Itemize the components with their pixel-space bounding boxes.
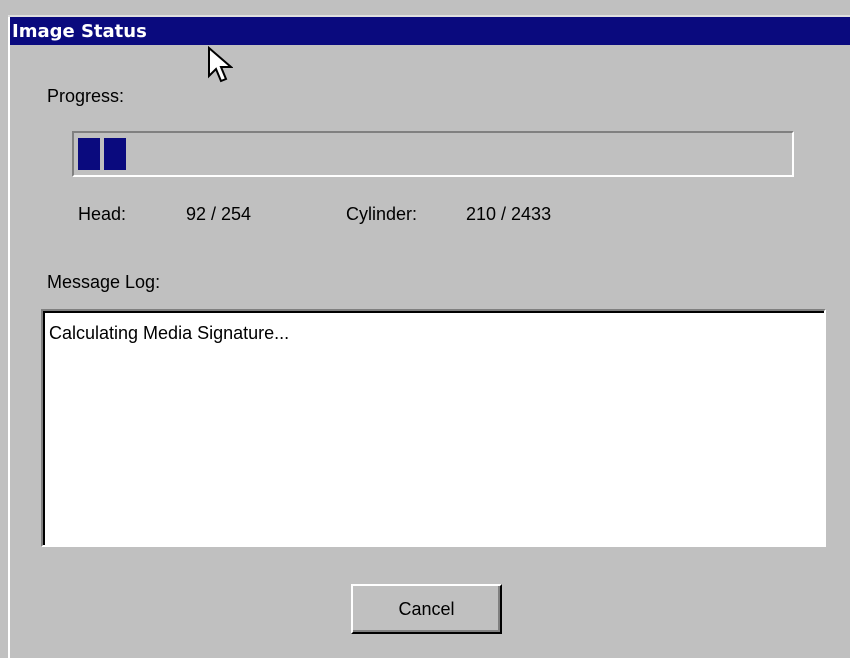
cylinder-value: 210 / 2433 (466, 204, 552, 224)
message-log-content[interactable]: Calculating Media Signature... (43, 311, 824, 545)
dialog-left-edge (8, 17, 10, 658)
cylinder-label: Cylinder: (346, 204, 418, 224)
title-bar[interactable]: Image Status (10, 17, 850, 45)
head-label: Head: (78, 204, 127, 224)
window-title: Image Status (12, 21, 147, 42)
progress-bar (72, 131, 794, 177)
image-status-dialog: Image Status Progress: Head: 92 / 254 Cy… (0, 0, 850, 658)
progress-track (78, 138, 788, 170)
progress-block (78, 138, 100, 170)
message-log[interactable]: Calculating Media Signature... (41, 309, 826, 547)
arrow-cursor-icon (208, 46, 233, 83)
progress-label: Progress: (47, 86, 125, 106)
log-line: Calculating Media Signature... (49, 323, 290, 343)
message-log-label: Message Log: (47, 272, 161, 292)
progress-block (104, 138, 126, 170)
cancel-button[interactable]: Cancel (351, 584, 502, 634)
head-value: 92 / 254 (186, 204, 252, 224)
